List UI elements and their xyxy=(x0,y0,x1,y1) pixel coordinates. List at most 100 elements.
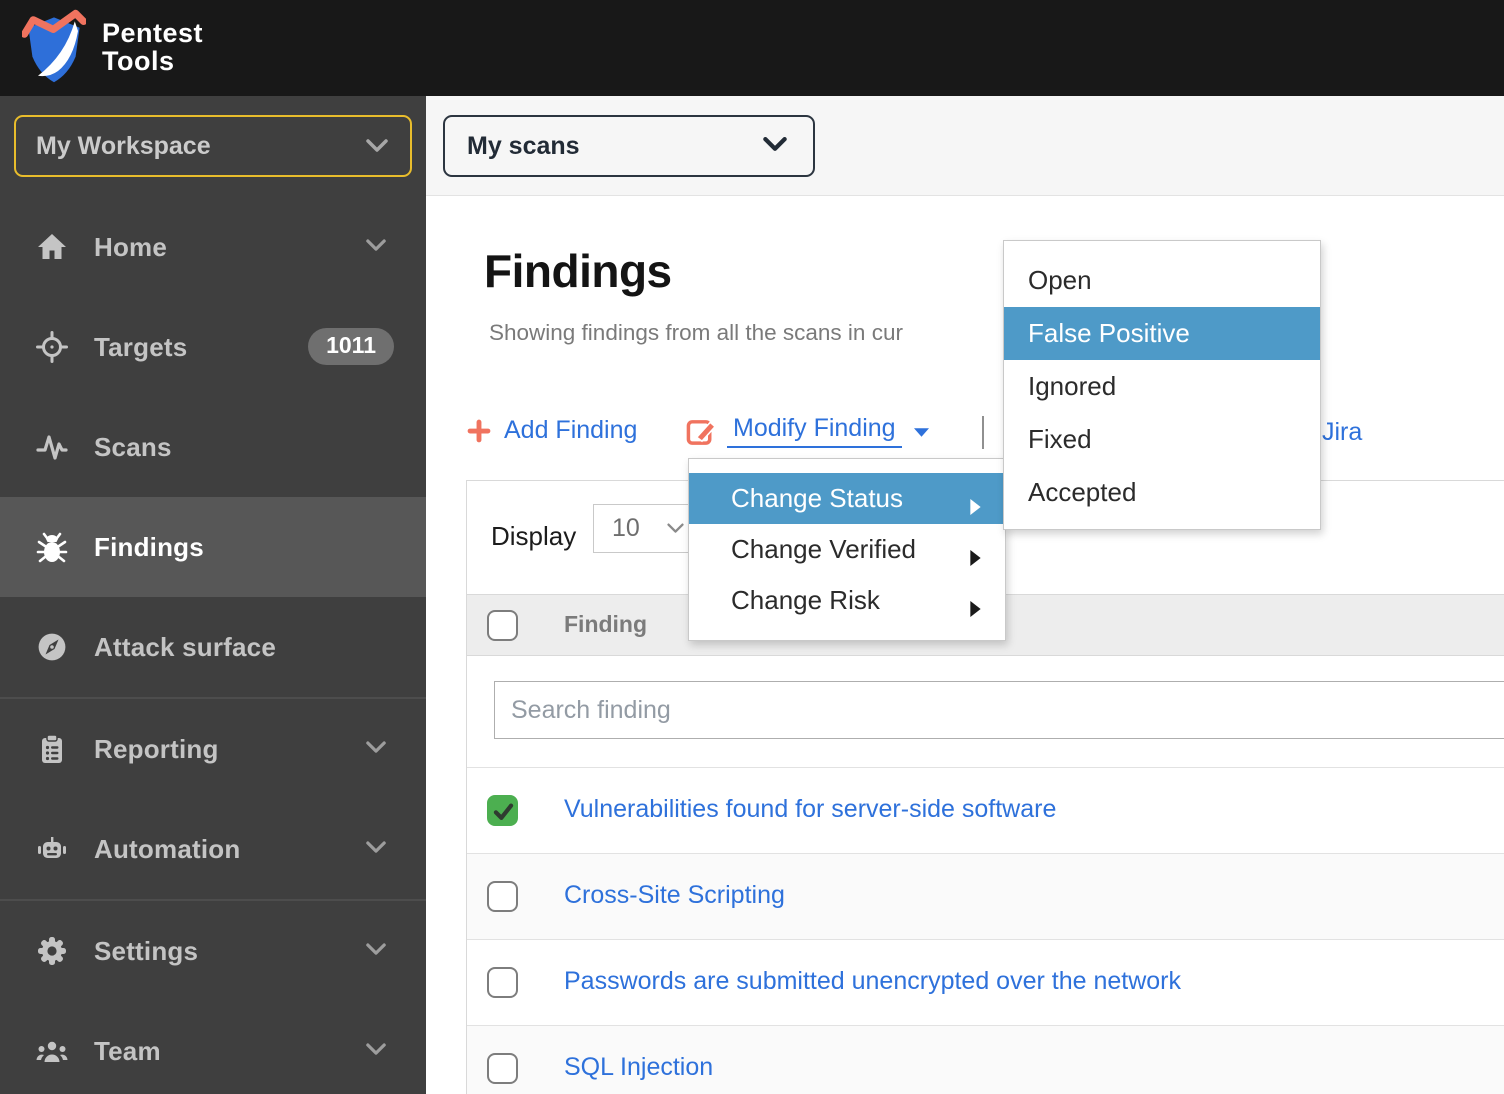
submenu-arrow-icon xyxy=(970,542,981,573)
row-checkbox[interactable] xyxy=(487,967,518,998)
scan-scope-label: My scans xyxy=(467,132,580,160)
row-checkbox[interactable] xyxy=(487,881,518,912)
page-size-select[interactable]: 10 xyxy=(593,504,697,553)
bug-icon xyxy=(36,531,68,563)
status-option-label: Open xyxy=(1028,265,1092,296)
sidebar: My Workspace Home xyxy=(0,96,426,1094)
status-option-fixed[interactable]: Fixed xyxy=(1004,413,1320,466)
menu-item-label: Change Risk xyxy=(731,585,880,616)
pentest-tools-app: Pentest Tools My Workspace Home xyxy=(0,0,1504,1094)
modify-finding-label: Modify Finding xyxy=(727,414,902,448)
brand-line1: Pentest xyxy=(102,19,203,47)
status-option-label: Fixed xyxy=(1028,424,1092,455)
modify-finding-menu: Change Status Change Verified Change Ris… xyxy=(688,458,1006,641)
sidebar-item-label: Reporting xyxy=(94,734,219,765)
sidebar-item-label: Findings xyxy=(94,532,204,563)
home-icon xyxy=(36,231,68,263)
sidebar-item-label: Attack surface xyxy=(94,632,276,663)
sidebar-item-label: Settings xyxy=(94,936,198,967)
scan-selector-bar: My scans xyxy=(426,96,1504,196)
shield-logo-icon xyxy=(22,8,86,86)
sidebar-item-label: Targets xyxy=(94,332,187,363)
menu-item-change-status[interactable]: Change Status xyxy=(689,473,1005,524)
finding-row-sql-injection: SQL Injection xyxy=(467,1025,1504,1094)
status-option-label: Accepted xyxy=(1028,477,1136,508)
status-option-false-positive[interactable]: False Positive xyxy=(1004,307,1320,360)
finding-link[interactable]: Cross-Site Scripting xyxy=(564,881,785,910)
finding-rows: Vulnerabilities found for server-side so… xyxy=(467,767,1504,1094)
sidebar-item-label: Automation xyxy=(94,834,240,865)
row-checkbox[interactable] xyxy=(487,1053,518,1084)
caret-down-icon xyxy=(914,424,929,442)
finding-link[interactable]: Passwords are submitted unencrypted over… xyxy=(564,967,1181,996)
row-checkbox[interactable] xyxy=(487,795,518,826)
menu-item-change-risk[interactable]: Change Risk xyxy=(689,575,1005,626)
main-content: My scans Findings Showing findings from … xyxy=(426,96,1504,1094)
display-label: Display xyxy=(491,521,576,552)
pentest-tools-logo[interactable]: Pentest Tools xyxy=(22,8,203,86)
sidebar-item-findings[interactable]: Findings xyxy=(0,497,426,597)
findings-toolbar: Add Finding Modify Finding Jira xyxy=(426,414,1504,454)
status-option-label: False Positive xyxy=(1028,318,1190,349)
finding-row-vulnerabilities-found-for-server-side-software: Vulnerabilities found for server-side so… xyxy=(467,767,1504,853)
page-size-value: 10 xyxy=(612,514,640,542)
add-finding-label: Add Finding xyxy=(504,416,637,445)
finding-link[interactable]: Vulnerabilities found for server-side so… xyxy=(564,795,1056,824)
menu-item-change-verified[interactable]: Change Verified xyxy=(689,524,1005,575)
change-status-submenu: Open False Positive Ignored Fixed Accept… xyxy=(1003,240,1321,530)
submenu-arrow-icon xyxy=(970,491,981,522)
robot-icon xyxy=(36,833,68,865)
select-all-checkbox[interactable] xyxy=(487,610,518,641)
brand-line2: Tools xyxy=(102,47,203,75)
gear-icon xyxy=(36,935,68,967)
chevron-down-icon xyxy=(366,1043,386,1061)
checkmark-icon xyxy=(490,798,517,830)
status-option-ignored[interactable]: Ignored xyxy=(1004,360,1320,413)
count-badge: 1011 xyxy=(308,328,394,365)
top-bar: Pentest Tools xyxy=(0,0,1504,96)
chevron-down-icon xyxy=(366,943,386,961)
sidebar-item-targets[interactable]: Targets 1011 xyxy=(0,297,426,397)
page-subtitle: Showing findings from all the scans in c… xyxy=(489,320,903,346)
clipboard-icon xyxy=(36,733,68,765)
scan-scope-dropdown[interactable]: My scans xyxy=(443,115,815,177)
sidebar-item-home[interactable]: Home xyxy=(0,197,426,297)
status-option-label: Ignored xyxy=(1028,371,1116,402)
plus-icon xyxy=(466,418,492,444)
sidebar-item-label: Home xyxy=(94,232,167,263)
status-option-accepted[interactable]: Accepted xyxy=(1004,466,1320,519)
add-finding-button[interactable]: Add Finding xyxy=(466,416,637,445)
sidebar-item-attack-surface[interactable]: Attack surface xyxy=(0,597,426,697)
modify-finding-button[interactable]: Modify Finding xyxy=(686,414,929,448)
sidebar-item-settings[interactable]: Settings xyxy=(0,901,426,1001)
finding-link[interactable]: SQL Injection xyxy=(564,1053,713,1082)
submenu-arrow-icon xyxy=(970,593,981,624)
menu-item-label: Change Verified xyxy=(731,534,916,565)
pulse-icon xyxy=(36,431,68,463)
sidebar-item-label: Team xyxy=(94,1036,161,1067)
chevron-down-icon xyxy=(667,522,684,537)
sidebar-item-automation[interactable]: Automation xyxy=(0,799,426,899)
column-header-finding: Finding xyxy=(564,611,647,638)
chevron-down-icon xyxy=(366,139,388,156)
sidebar-item-team[interactable]: Team xyxy=(0,1001,426,1094)
chevron-down-icon xyxy=(366,741,386,759)
page-title: Findings xyxy=(484,244,672,298)
chevron-down-icon xyxy=(366,239,386,257)
edit-pencil-icon xyxy=(686,416,717,447)
sidebar-item-label: Scans xyxy=(94,432,172,463)
workspace-selector[interactable]: My Workspace xyxy=(14,115,412,177)
menu-item-label: Change Status xyxy=(731,483,903,514)
sidebar-nav: Home Targets 1011 S xyxy=(0,197,426,1094)
finding-row-cross-site-scripting: Cross-Site Scripting xyxy=(467,853,1504,939)
send-to-jira-link[interactable]: Jira xyxy=(1322,418,1362,447)
team-icon xyxy=(36,1035,68,1067)
status-option-open[interactable]: Open xyxy=(1004,254,1320,307)
search-finding-input[interactable] xyxy=(494,681,1504,739)
sidebar-item-reporting[interactable]: Reporting xyxy=(0,699,426,799)
finding-row-passwords-are-submitted-unencrypted-over-the-network: Passwords are submitted unencrypted over… xyxy=(467,939,1504,1025)
sidebar-item-scans[interactable]: Scans xyxy=(0,397,426,497)
toolbar-divider xyxy=(982,416,984,449)
chevron-down-icon xyxy=(763,137,787,155)
compass-icon xyxy=(36,631,68,663)
